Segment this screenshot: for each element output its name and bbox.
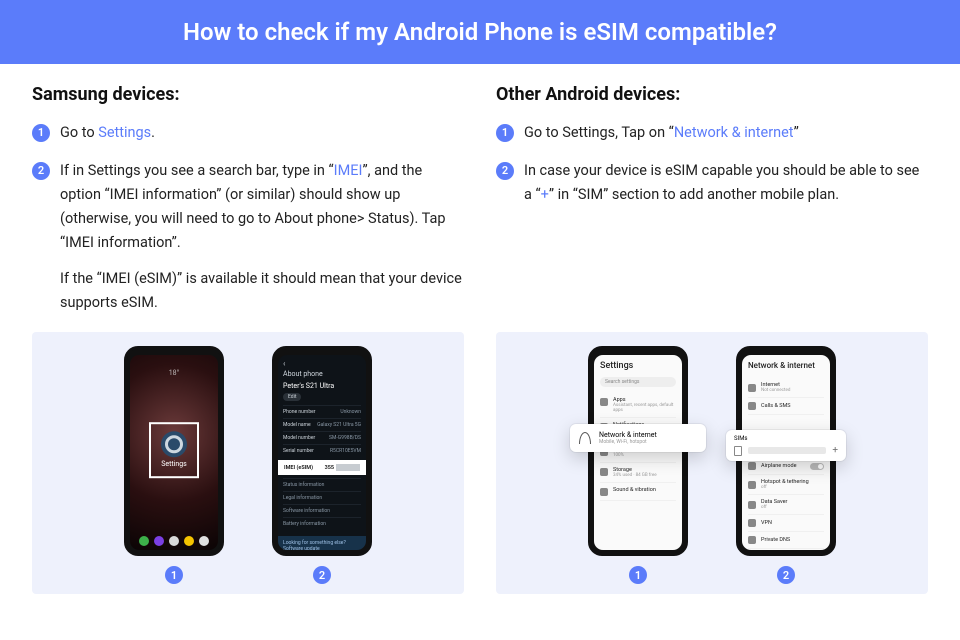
step-text: .: [151, 124, 155, 141]
samsung-shot-1: 18° Settings 1: [124, 346, 224, 584]
menu-item[interactable]: Battery information: [283, 517, 361, 530]
samsung-step-2: 2 If in Settings you see a search bar, t…: [32, 159, 464, 315]
shot-badge: 2: [777, 566, 795, 584]
other-steps: 1 Go to Settings, Tap on “Network & inte…: [496, 121, 928, 207]
settings-item[interactable]: Data Saveroff: [748, 495, 824, 515]
imei-label: IMEI (eSIM): [284, 465, 313, 471]
step-text-extra: If the “IMEI (eSIM)” is available it sho…: [60, 267, 464, 315]
samsung-column: Samsung devices: 1 Go to Settings. 2 If …: [32, 84, 464, 328]
item-icon: [600, 488, 608, 496]
samsung-steps: 1 Go to Settings. 2 If in Settings you s…: [32, 121, 464, 314]
edit-button[interactable]: Edit: [283, 393, 301, 401]
item-icon: [748, 501, 756, 509]
settings-app-icon[interactable]: Settings: [149, 422, 199, 478]
settings-item[interactable]: Storage34% used · 84 GB free: [600, 463, 676, 483]
info-row: Model numberSM-G998B/DS: [283, 431, 361, 444]
settings-item[interactable]: VPN: [748, 515, 824, 532]
item-icon: [748, 384, 756, 392]
other-screenshots: Settings Search settings AppsAssistant, …: [496, 332, 928, 594]
info-row: Phone numberUnknown: [283, 405, 361, 418]
item-icon: [748, 536, 756, 544]
weather-widget: 18°: [130, 369, 218, 377]
settings-link[interactable]: Settings: [98, 124, 151, 141]
other-column: Other Android devices: 1 Go to Settings,…: [496, 84, 928, 328]
shot-badge: 1: [629, 566, 647, 584]
device-name: Peter's S21 Ultra: [283, 382, 361, 390]
gear-icon: [161, 432, 187, 458]
help-footer[interactable]: Looking for something else? Software upd…: [278, 536, 366, 550]
other-heading: Other Android devices:: [496, 84, 928, 105]
redacted-value: [336, 464, 360, 471]
screenshots-row: 18° Settings 1 ‹: [0, 332, 960, 594]
phone-screen: Settings Search settings AppsAssistant, …: [594, 355, 682, 550]
plus-link[interactable]: +: [541, 186, 549, 203]
page-header: How to check if my Android Phone is eSIM…: [0, 0, 960, 64]
settings-item[interactable]: Sound & vibration: [600, 483, 676, 501]
dock: [130, 536, 218, 546]
imei-link[interactable]: IMEI: [334, 162, 363, 179]
info-row: Model nameGalaxy S21 Ultra 5G: [283, 418, 361, 431]
search-input[interactable]: Search settings: [600, 377, 676, 387]
samsung-shot-2: ‹ About phone Peter's S21 Ultra Edit Pho…: [272, 346, 372, 584]
imei-esim-row[interactable]: IMEI (eSIM) 355: [278, 460, 366, 475]
step-badge: 2: [496, 162, 514, 180]
step-text: Go to Settings, Tap on “: [524, 124, 674, 141]
sims-callout[interactable]: SIMs +: [726, 430, 846, 461]
sim-icon: [734, 446, 742, 456]
other-step-2: 2 In case your device is eSIM capable yo…: [496, 159, 928, 207]
instructions-row: Samsung devices: 1 Go to Settings. 2 If …: [0, 64, 960, 328]
other-shot-1: Settings Search settings AppsAssistant, …: [588, 346, 688, 584]
page-title: How to check if my Android Phone is eSIM…: [183, 18, 777, 46]
screen-title: Settings: [600, 361, 676, 371]
item-icon: [600, 468, 608, 476]
toggle[interactable]: [810, 463, 824, 470]
item-icon: [600, 398, 608, 406]
step-text: Go to: [60, 124, 98, 141]
info-row: Serial numberR5CR10E5VM: [283, 444, 361, 457]
redacted-value: [748, 447, 826, 454]
step-text: ”: [794, 124, 799, 141]
step-text: If in Settings you see a search bar, typ…: [60, 162, 334, 179]
settings-item[interactable]: AppsAssistant, recent apps, default apps: [600, 393, 676, 418]
item-icon: [748, 481, 756, 489]
samsung-heading: Samsung devices:: [32, 84, 464, 105]
shot-badge: 2: [313, 566, 331, 584]
samsung-step-1: 1 Go to Settings.: [32, 121, 464, 145]
imei-value-prefix: 355: [325, 465, 334, 471]
plus-icon[interactable]: +: [832, 445, 838, 456]
menu-item[interactable]: Legal information: [283, 491, 361, 504]
settings-label: Settings: [161, 461, 187, 469]
step-badge: 1: [32, 124, 50, 142]
back-icon[interactable]: ‹: [283, 359, 361, 368]
phone-screen: ‹ About phone Peter's S21 Ultra Edit Pho…: [278, 355, 366, 550]
menu-item[interactable]: Status information: [283, 478, 361, 491]
menu-item[interactable]: Software information: [283, 504, 361, 517]
item-icon: [748, 519, 756, 527]
settings-item[interactable]: InternetNot connected: [748, 378, 824, 398]
step-text: ” in “SIM” section to add another mobile…: [549, 186, 839, 203]
other-shot-2: Network & internet InternetNot connected…: [736, 346, 836, 584]
callout-sub: Mobile, Wi-Fi, hotspot: [599, 439, 657, 445]
settings-item[interactable]: Calls & SMS: [748, 398, 824, 415]
settings-item[interactable]: Hotspot & tetheringoff: [748, 475, 824, 495]
screen-title: About phone: [283, 370, 361, 378]
step-badge: 2: [32, 162, 50, 180]
item-icon: [748, 402, 756, 410]
callout-title: SIMs: [734, 435, 838, 442]
screen-title: Network & internet: [748, 361, 824, 370]
settings-item[interactable]: Private DNS: [748, 532, 824, 549]
wifi-icon: [579, 432, 591, 444]
samsung-screenshots: 18° Settings 1 ‹: [32, 332, 464, 594]
callout-title: Network & internet: [599, 431, 657, 439]
shot-badge: 1: [165, 566, 183, 584]
network-internet-callout[interactable]: Network & internet Mobile, Wi-Fi, hotspo…: [570, 424, 706, 452]
network-internet-link[interactable]: Network & internet: [674, 124, 794, 141]
other-step-1: 1 Go to Settings, Tap on “Network & inte…: [496, 121, 928, 145]
step-badge: 1: [496, 124, 514, 142]
item-icon: [748, 462, 756, 470]
phone-screen: 18° Settings: [130, 355, 218, 550]
